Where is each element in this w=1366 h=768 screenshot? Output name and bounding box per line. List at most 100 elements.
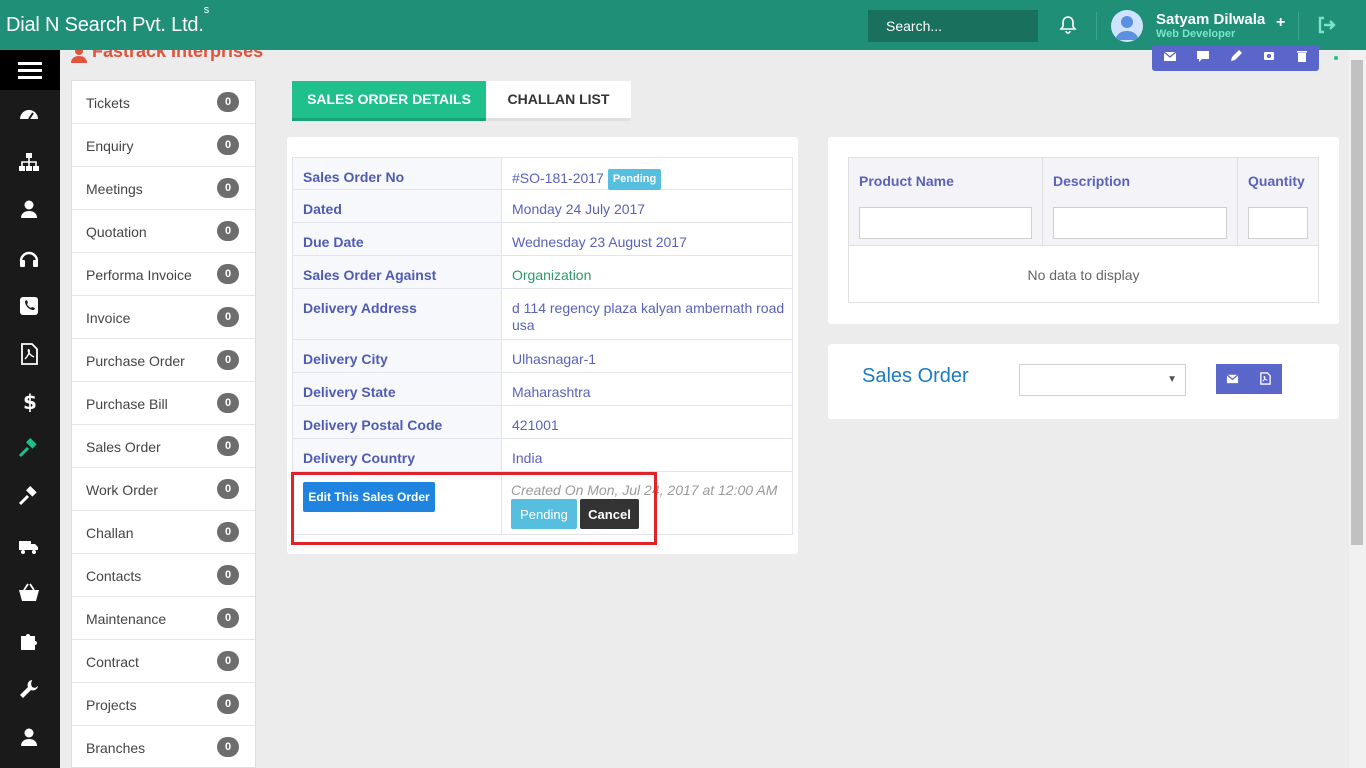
svg-text:$: $ (23, 390, 37, 412)
table-row: Delivery Postal Code 421001 (292, 406, 793, 439)
count-badge: 0 (217, 350, 239, 370)
list-item[interactable]: Challan 0 (72, 511, 255, 554)
list-item[interactable]: Sales Order 0 (72, 425, 255, 468)
table-row: Delivery City Ulhasnagar-1 (292, 340, 793, 373)
count-badge: 0 (217, 135, 239, 155)
count-badge: 0 (217, 393, 239, 413)
count-badge: 0 (217, 651, 239, 671)
user-icon[interactable] (18, 198, 40, 220)
headset-icon[interactable] (18, 248, 40, 270)
count-badge: 0 (217, 178, 239, 198)
sales-order-select[interactable]: ▼ (1019, 364, 1186, 396)
brand-title[interactable]: Dial N Search Pvt. Ltd.s (6, 4, 209, 37)
caret-down-icon: ▼ (1167, 374, 1177, 385)
pdf-icon (1260, 372, 1271, 385)
pdf-icon[interactable] (18, 343, 40, 365)
user-name[interactable]: Satyam Dilwala (1156, 11, 1265, 28)
list-item[interactable]: Contacts 0 (72, 554, 255, 597)
mail-icon[interactable] (1163, 49, 1177, 63)
modules-list: Tickets 0 Enquiry 0 Meetings 0 Quotation 0 P… (71, 80, 256, 768)
user-role: Web Developer (1156, 28, 1236, 40)
search-input[interactable]: Search... (868, 10, 1038, 42)
trash-icon[interactable] (1295, 49, 1309, 63)
gavel-icon[interactable] (18, 486, 40, 508)
truck-icon[interactable] (18, 535, 40, 557)
count-badge: 0 (217, 479, 239, 499)
products-table: Product Name Description Quantity No dat… (848, 157, 1319, 303)
refresh-icon[interactable] (1262, 49, 1276, 63)
description-filter-input[interactable] (1053, 207, 1227, 239)
puzzle-icon[interactable] (18, 630, 40, 652)
highlight-box (291, 472, 657, 545)
table-row: Dated Monday 24 July 2017 (292, 190, 793, 223)
empty-state-text: No data to display (1027, 267, 1140, 283)
table-row: Sales Order Against Organization (292, 256, 793, 289)
action-toolbar (1152, 45, 1319, 71)
list-item[interactable]: Tickets 0 (72, 81, 255, 124)
sales-order-title: Sales Order (862, 365, 969, 387)
list-item[interactable]: Purchase Order 0 (72, 339, 255, 382)
count-badge: 0 (217, 737, 239, 757)
header-divider (1096, 12, 1097, 40)
products-table-header: Product Name Description Quantity (849, 158, 1318, 246)
more-menu-icon[interactable] (1334, 52, 1338, 60)
avatar[interactable] (1111, 10, 1143, 42)
list-item[interactable]: Purchase Bill 0 (72, 382, 255, 425)
column-quantity: Quantity (1238, 158, 1318, 246)
user-icon[interactable] (18, 726, 40, 748)
product-name-filter-input[interactable] (859, 207, 1032, 239)
scrollbar-thumb[interactable] (1351, 60, 1363, 545)
pdf-button[interactable] (1249, 364, 1282, 394)
table-row: Sales Order No #SO-181-2017 Pending (292, 157, 793, 190)
logout-icon[interactable] (1316, 15, 1336, 35)
tab-sales-order-details[interactable]: SALES ORDER DETAILS (292, 81, 486, 121)
table-row: Delivery Country India (292, 439, 793, 472)
count-badge: 0 (217, 522, 239, 542)
count-badge: 0 (217, 264, 239, 284)
tab-challan-list[interactable]: CHALLAN LIST (486, 81, 631, 121)
plus-icon[interactable]: + (1276, 14, 1285, 32)
count-badge: 0 (217, 221, 239, 241)
list-item[interactable]: Maintenance 0 (72, 597, 255, 640)
dollar-icon[interactable]: $ (18, 390, 40, 412)
column-product-name: Product Name (849, 158, 1043, 246)
list-item[interactable]: Work Order 0 (72, 468, 255, 511)
dashboard-icon[interactable] (18, 104, 40, 126)
wrench-icon[interactable] (18, 678, 40, 700)
list-item[interactable]: Contract 0 (72, 640, 255, 683)
comment-icon[interactable] (1196, 49, 1210, 63)
count-badge: 0 (217, 694, 239, 714)
gavel-icon[interactable] (18, 438, 40, 460)
header-divider (1298, 12, 1299, 40)
count-badge: 0 (217, 307, 239, 327)
count-badge: 0 (217, 92, 239, 112)
top-bar: Dial N Search Pvt. Ltd.s Search... Satya… (0, 0, 1366, 50)
table-row: Delivery Address d 114 regency plaza kal… (292, 289, 793, 340)
entity-title: Fastrack Interprises (70, 50, 290, 63)
table-row: Due Date Wednesday 23 August 2017 (292, 223, 793, 256)
list-item[interactable]: Invoice 0 (72, 296, 255, 339)
mail-icon (1226, 374, 1239, 384)
list-item[interactable]: Enquiry 0 (72, 124, 255, 167)
pencil-icon[interactable] (1229, 49, 1243, 63)
status-badge: Pending (607, 169, 662, 190)
list-item[interactable]: Branches 0 (72, 726, 255, 768)
user-icon (71, 50, 87, 63)
email-button[interactable] (1216, 364, 1249, 394)
icon-sidebar: $ (0, 50, 60, 768)
bell-icon[interactable] (1058, 15, 1078, 35)
list-item[interactable]: Meetings 0 (72, 167, 255, 210)
phone-icon[interactable] (18, 295, 40, 317)
list-item[interactable]: Quotation 0 (72, 210, 255, 253)
basket-icon[interactable] (18, 582, 40, 604)
count-badge: 0 (217, 436, 239, 456)
list-item[interactable]: Performa Invoice 0 (72, 253, 255, 296)
menu-icon[interactable] (0, 50, 60, 90)
list-item[interactable]: Projects 0 (72, 683, 255, 726)
count-badge: 0 (217, 608, 239, 628)
column-description: Description (1043, 158, 1238, 246)
count-badge: 0 (217, 565, 239, 585)
table-row: Delivery State Maharashtra (292, 373, 793, 406)
quantity-filter-input[interactable] (1248, 207, 1308, 239)
org-chart-icon[interactable] (18, 151, 40, 173)
